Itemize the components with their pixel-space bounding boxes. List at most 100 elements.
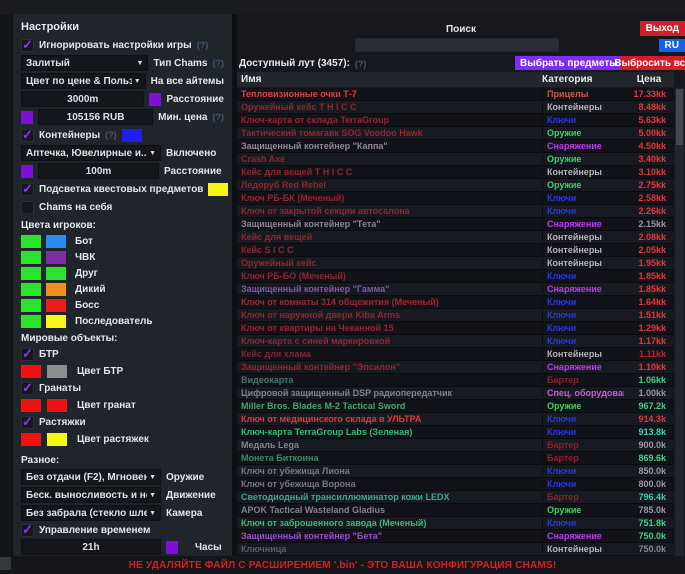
containers-checkbox[interactable]: ✓ [21, 129, 34, 142]
table-row[interactable]: Защищенный контейнер "Каппа"Снаряжение4.… [237, 140, 674, 153]
table-row[interactable]: Ключ от медицинского склада в УЛЬТРАКлюч… [237, 413, 674, 426]
table-row[interactable]: Ключ от закрытой секции автосалонаКлючи2… [237, 205, 674, 218]
column-category[interactable]: Категория [538, 74, 624, 85]
column-price[interactable]: Цена [624, 74, 674, 85]
column-name[interactable]: Имя [237, 74, 538, 85]
player-base-color-swatch[interactable] [21, 267, 41, 280]
player-base-color-swatch[interactable] [21, 283, 41, 296]
table-row[interactable]: Защищенный контейнер "Тета"Снаряжение2.1… [237, 218, 674, 231]
ignore-game-settings-checkbox[interactable]: ✓ [21, 39, 34, 52]
search-input[interactable] [355, 38, 559, 52]
container-types-dropdown[interactable]: Аптечка, Ювелирные и... ▼ [21, 145, 161, 161]
help-hint[interactable]: (?) [355, 59, 367, 69]
table-row[interactable]: Тепловизионные очки Т-7Прицелы17.33kk [237, 88, 674, 101]
distance-input[interactable]: 3000m [21, 91, 144, 107]
table-row[interactable]: Защищенный контейнер "Бета"Снаряжение750… [237, 530, 674, 543]
table-row[interactable]: Ключ от квартиры на Чеканной 15Ключи1.29… [237, 322, 674, 335]
btr-color-label: Цвет БТР [77, 366, 123, 377]
exit-button[interactable]: Выход [640, 21, 685, 36]
grenade-color-swatch-1[interactable] [21, 399, 41, 412]
item-name: Светодиодный трансиллюминатор кожи LEDX [237, 492, 542, 502]
quest-color-swatch[interactable] [208, 183, 228, 196]
help-hint[interactable]: (?) [197, 40, 209, 50]
hours-color-swatch[interactable] [166, 541, 178, 554]
self-chams-checkbox[interactable] [21, 201, 34, 214]
player-visible-color-swatch[interactable] [46, 267, 66, 280]
table-row[interactable]: Медаль LegaБартер900.0k [237, 439, 674, 452]
player-base-color-swatch[interactable] [21, 315, 41, 328]
table-row[interactable]: APOK Tactical Wasteland GladiusОружие785… [237, 504, 674, 517]
item-category: Ключи [542, 414, 624, 424]
table-row[interactable]: Ключ от убежища ВоронаКлючи800.0k [237, 478, 674, 491]
min-price-input[interactable]: 105156 RUB [38, 109, 153, 125]
player-visible-color-swatch[interactable] [46, 299, 66, 312]
quest-highlight-checkbox[interactable]: ✓ [21, 183, 34, 196]
table-row[interactable]: Кейс для вещей T H I C CКонтейнеры3.10kk [237, 166, 674, 179]
table-row[interactable]: Кейс для хламаКонтейнеры1.11kk [237, 348, 674, 361]
player-visible-color-swatch[interactable] [46, 235, 66, 248]
help-hint[interactable]: (?) [213, 58, 225, 68]
table-row[interactable]: Оружейный кейс T H I C CКонтейнеры8.48kk [237, 101, 674, 114]
table-row[interactable]: ВидеокартаБартер1.06kk [237, 374, 674, 387]
language-button[interactable]: RU [659, 39, 685, 52]
table-row[interactable]: Защищенный контейнер "Гамма"Снаряжение1.… [237, 283, 674, 296]
footer-bar: НЕ УДАЛЯЙТЕ ФАЙЛ С РАСШИРЕНИЕМ '.bin' - … [0, 556, 685, 574]
container-distance-color-swatch[interactable] [21, 165, 33, 178]
camera-dropdown[interactable]: Без забрала (стекло шлема) ▼ [21, 505, 161, 521]
help-hint[interactable]: (?) [105, 130, 117, 140]
btr-color-swatch-2[interactable] [47, 365, 67, 378]
player-visible-color-swatch[interactable] [46, 251, 66, 264]
table-row[interactable]: Ключ от убежища ЛионаКлючи850.0k [237, 465, 674, 478]
item-category: Контейнеры [542, 167, 624, 177]
player-base-color-swatch[interactable] [21, 251, 41, 264]
item-name: Защищенный контейнер "Каппа" [237, 141, 542, 151]
tripwires-checkbox[interactable]: ✓ [21, 416, 34, 429]
table-row[interactable]: Оружейный кейсКонтейнеры1.95kk [237, 257, 674, 270]
item-category: Бартер [542, 375, 624, 385]
table-row[interactable]: Кейс для вещейКонтейнеры2.08kk [237, 231, 674, 244]
table-row[interactable]: Ключ от наружной двери Kiba ArmsКлючи1.5… [237, 309, 674, 322]
tripwire-color-swatch-2[interactable] [47, 433, 67, 446]
table-row[interactable]: Ключ-карта с синей маркировкойКлючи1.17k… [237, 335, 674, 348]
table-row[interactable]: Ключ РБ-БК (Меченый)Ключи2.58kk [237, 192, 674, 205]
container-distance-input[interactable]: 100m [38, 163, 159, 179]
movement-dropdown[interactable]: Беск. выносливость и нет уста ▼ [21, 487, 161, 503]
table-row[interactable]: КлючницаКонтейнеры750.0k [237, 543, 674, 556]
table-row[interactable]: Светодиодный трансиллюминатор кожи LEDXБ… [237, 491, 674, 504]
table-row[interactable]: Защищенный контейнер "Эпсилон"Снаряжение… [237, 361, 674, 374]
min-price-color-swatch[interactable] [21, 111, 33, 124]
time-control-checkbox[interactable]: ✓ [21, 524, 34, 537]
table-row[interactable]: Ключ-карта от склада TerraGroupКлючи5.63… [237, 114, 674, 127]
apply-mode-dropdown[interactable]: Цвет по цене & Пользователь ▼ [21, 73, 146, 89]
player-base-color-swatch[interactable] [21, 299, 41, 312]
resize-handle[interactable] [0, 557, 11, 570]
tripwire-color-swatch-1[interactable] [21, 433, 41, 446]
table-row[interactable]: Ключ от комнаты 314 общежития (Меченый)К… [237, 296, 674, 309]
player-visible-color-swatch[interactable] [46, 283, 66, 296]
containers-color-swatch[interactable] [122, 129, 142, 142]
table-row[interactable]: Crash AxeОружие3.40kk [237, 153, 674, 166]
table-row[interactable]: Ледоруб Red RebelОружие2.75kk [237, 179, 674, 192]
table-row[interactable]: Miller Bros. Blades M-2 Tactical SwordОр… [237, 400, 674, 413]
table-row[interactable]: Ключ РБ-БО (Меченый)Ключи1.85kk [237, 270, 674, 283]
player-base-color-swatch[interactable] [21, 235, 41, 248]
scrollbar-thumb[interactable] [676, 89, 683, 145]
grenade-color-swatch-2[interactable] [47, 399, 67, 412]
table-row[interactable]: Кейс S I C CКонтейнеры2.05kk [237, 244, 674, 257]
table-row[interactable]: Цифровой защищенный DSP радиопередатчикС… [237, 387, 674, 400]
player-visible-color-swatch[interactable] [46, 315, 66, 328]
chams-type-dropdown[interactable]: Залитый ▼ [21, 55, 148, 71]
table-row[interactable]: Ключ-карта TerraGroup Labs (Зеленая)Ключ… [237, 426, 674, 439]
weapon-dropdown[interactable]: Без отдачи (F2), Мгновенное п ▼ [21, 469, 161, 485]
table-row[interactable]: Монета БиткоинаБартер869.6k [237, 452, 674, 465]
btr-color-swatch-1[interactable] [21, 365, 41, 378]
distance-color-swatch[interactable] [149, 93, 161, 106]
btr-checkbox[interactable]: ✓ [21, 348, 34, 361]
table-row[interactable]: Тактический томагавк SOG Voodoo HawkОруж… [237, 127, 674, 140]
table-row[interactable]: Ключ от заброшенного завода (Меченый)Клю… [237, 517, 674, 530]
drop-all-button[interactable]: Выбросить все [620, 56, 685, 70]
table-scrollbar[interactable] [675, 88, 684, 556]
hours-input[interactable]: 21h [21, 539, 161, 555]
grenades-checkbox[interactable]: ✓ [21, 382, 34, 395]
help-hint[interactable]: (?) [213, 112, 225, 122]
